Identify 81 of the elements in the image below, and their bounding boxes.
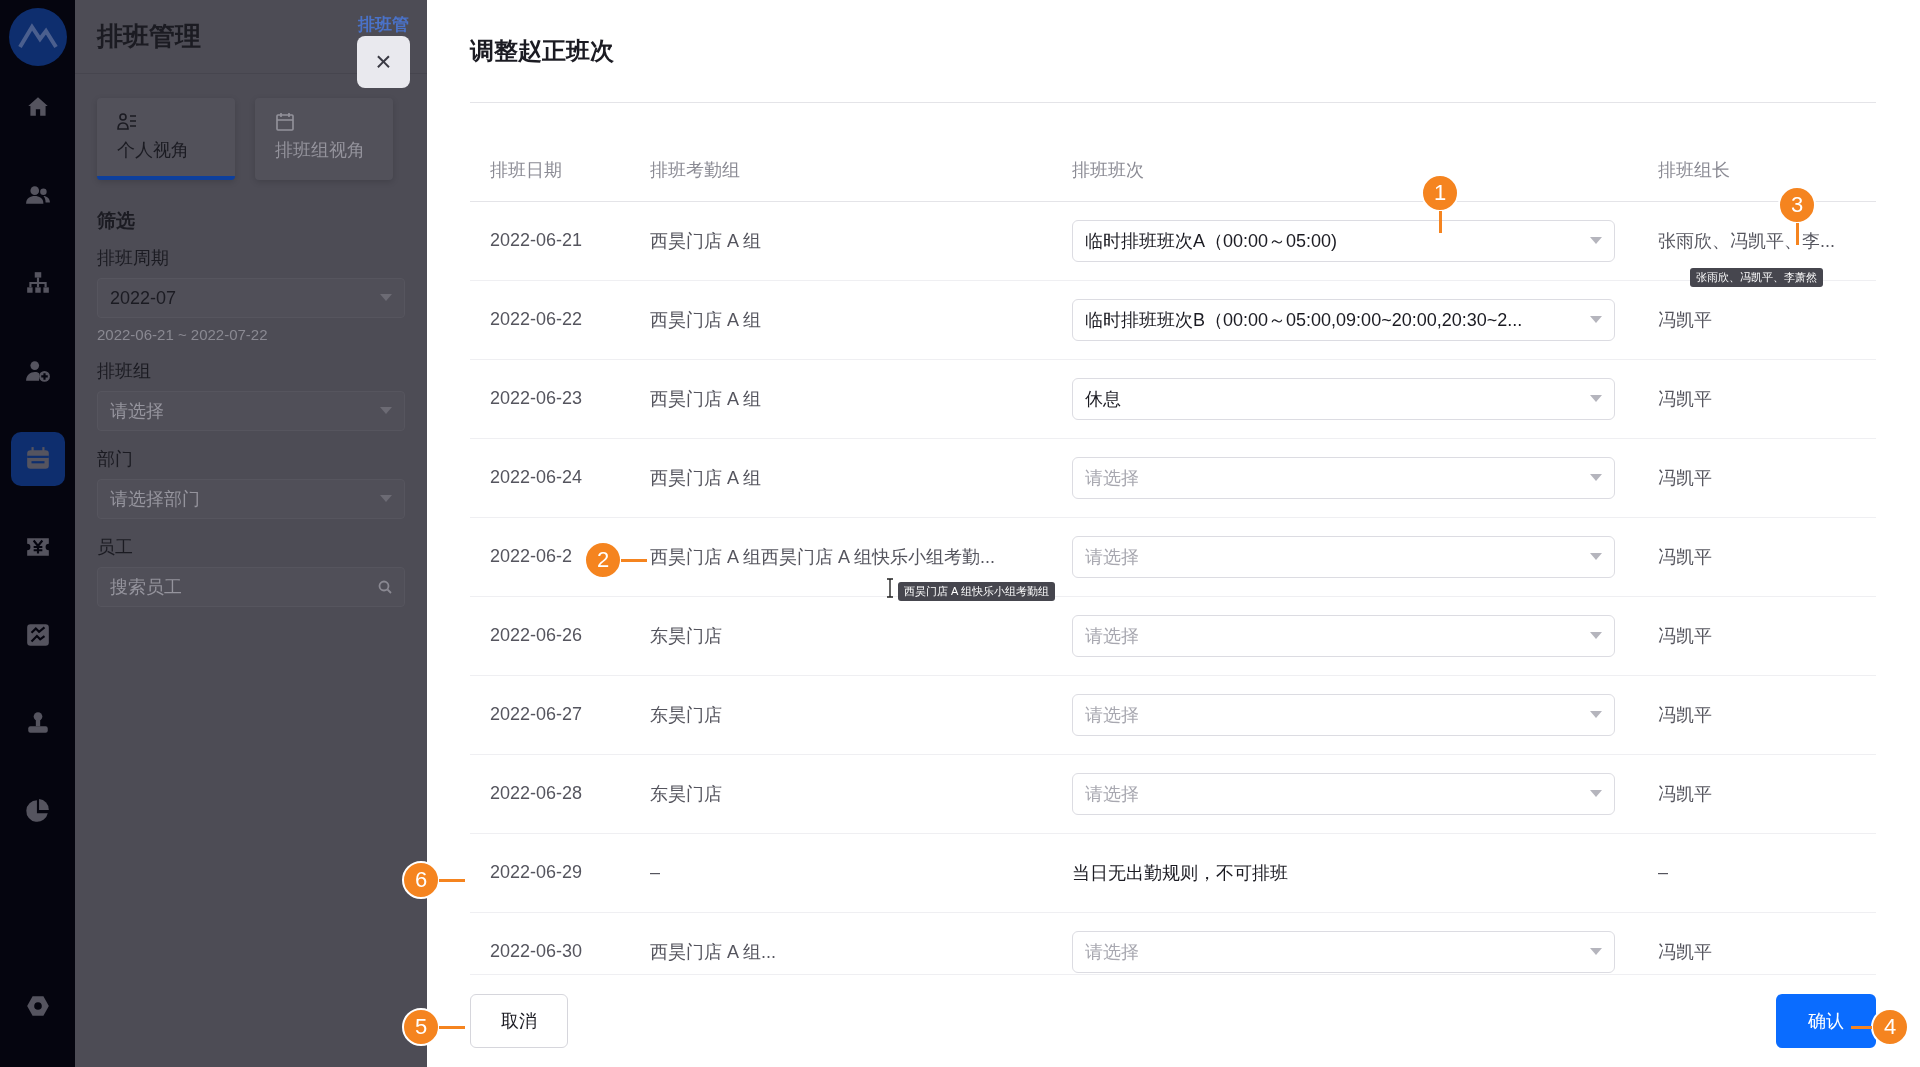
text-cursor-icon — [886, 578, 894, 598]
settings-icon — [24, 993, 51, 1019]
group-cell: – — [650, 862, 660, 884]
search-field[interactable]: 搜索员工 — [97, 567, 405, 607]
caret-icon — [1590, 947, 1602, 956]
group-cell-text: 西昊门店 A 组西昊门店 A 组快乐小组考勤... — [650, 545, 996, 569]
caret-icon — [1590, 473, 1602, 482]
nav-item[interactable] — [10, 432, 65, 486]
select-field[interactable]: 请选择 — [97, 391, 405, 431]
group-cell-text: 西昊门店 A 组 — [650, 466, 761, 490]
view-tab[interactable]: 个人视角 — [97, 98, 235, 180]
leader-cell-text: 冯凯平 — [1658, 545, 1712, 569]
shift-select[interactable]: 临时排班班次B（00:00～05:00,09:00~20:00,20:30~2... — [1072, 298, 1615, 341]
group-cell-text: 西昊门店 A 组 — [650, 387, 761, 411]
group-cell-text: 西昊门店 A 组 — [650, 308, 761, 332]
date-cell: 2022-06-21 — [490, 230, 583, 252]
shift-select[interactable]: 请选择 — [1072, 456, 1615, 499]
shift-select[interactable]: 请选择 — [1072, 930, 1615, 973]
breadcrumb-link[interactable]: 排班管 — [358, 16, 409, 34]
pie-chart-icon — [24, 798, 51, 824]
shift-select[interactable]: 请选择 — [1072, 693, 1615, 736]
leader-cell-text: 冯凯平 — [1658, 940, 1712, 964]
user-add-icon — [24, 358, 51, 384]
caret-icon — [380, 495, 392, 503]
calendar-icon — [24, 446, 51, 472]
caret-icon — [1590, 394, 1602, 403]
select-field[interactable]: 请选择部门 — [97, 479, 405, 519]
shift-select[interactable]: 请选择 — [1072, 772, 1615, 815]
leader-cell-text: 冯凯平 — [1658, 387, 1712, 411]
column-header: 排班考勤组 — [650, 159, 740, 183]
cancel-button[interactable]: 取消 — [470, 994, 568, 1049]
date-cell: 2022-06-2 — [490, 546, 573, 568]
column-header: 排班日期 — [490, 159, 562, 183]
shift-select[interactable]: 请选择 — [1072, 535, 1615, 578]
logo-icon[interactable] — [7, 7, 68, 67]
leader-cell-text: 张雨欣、冯凯平、李... — [1658, 229, 1835, 253]
date-cell: 2022-06-27 — [490, 704, 583, 726]
shift-select[interactable]: 临时排班班次A（00:00～05:00) — [1072, 219, 1615, 262]
date-cell: 2022-06-29 — [490, 862, 583, 884]
leader-cell-text: 冯凯平 — [1658, 466, 1712, 490]
confirm-button[interactable]: 确认 — [1776, 994, 1876, 1049]
shift-select[interactable]: 请选择 — [1072, 614, 1615, 657]
caret-icon — [1590, 236, 1602, 245]
close-button[interactable]: × — [357, 36, 410, 88]
caret-icon — [1590, 631, 1602, 640]
leader-cell-text: 冯凯平 — [1658, 703, 1712, 727]
calendar-icon — [275, 112, 295, 132]
column-header: 排班组长 — [1658, 159, 1730, 183]
tooltip: 西昊门店 A 组快乐小组考勤组 — [898, 582, 1055, 601]
date-cell: 2022-06-28 — [490, 783, 583, 805]
leader-cell-text: 冯凯平 — [1658, 782, 1712, 806]
group-cell-text: 西昊门店 A 组 — [650, 229, 761, 253]
date-cell: 2022-06-24 — [490, 467, 583, 489]
caret-icon — [1590, 710, 1602, 719]
date-cell: 2022-06-30 — [490, 941, 583, 963]
date-cell: 2022-06-22 — [490, 309, 583, 331]
leader-cell-text: 冯凯平 — [1658, 308, 1712, 332]
view-tab[interactable]: 排班组视角 — [255, 98, 393, 180]
leader-cell: – — [1658, 862, 1668, 884]
no-rule-note: 当日无出勤规则，不可排班 — [1072, 861, 1288, 885]
caret-icon — [380, 407, 392, 415]
chart-icon — [24, 622, 51, 648]
date-range-hint: 2022-06-21 ~ 2022-07-22 — [97, 326, 268, 343]
shift-select[interactable]: 休息 — [1072, 377, 1615, 420]
group-cell-text: 东昊门店 — [650, 624, 722, 648]
caret-icon — [1590, 552, 1602, 561]
column-header: 排班班次 — [1072, 159, 1144, 183]
group-cell-text: 西昊门店 A 组... — [650, 940, 777, 964]
caret-icon — [1590, 315, 1602, 324]
date-cell: 2022-06-26 — [490, 625, 583, 647]
search-icon — [378, 580, 392, 594]
date-cell: 2022-06-23 — [490, 388, 583, 410]
caret-icon — [1590, 789, 1602, 798]
person-list-icon — [117, 112, 137, 132]
caret-icon — [380, 294, 392, 302]
leader-cell-text: 冯凯平 — [1658, 624, 1712, 648]
drawer-title: 调整赵正班次 — [470, 35, 614, 66]
org-chart-icon — [24, 270, 51, 296]
group-cell-text: 东昊门店 — [650, 703, 722, 727]
group-cell-text: 东昊门店 — [650, 782, 722, 806]
tooltip: 张雨欣、冯凯平、李萧然 — [1690, 268, 1823, 287]
